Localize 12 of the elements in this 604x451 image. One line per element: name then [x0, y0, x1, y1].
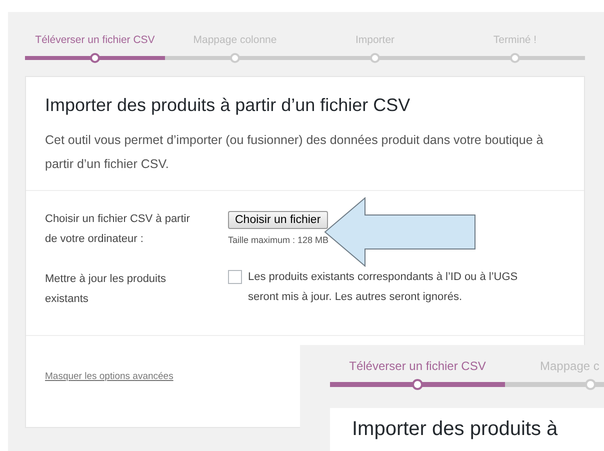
step-label: Téléverser un fichier CSV — [349, 359, 486, 375]
update-checkbox[interactable] — [228, 270, 242, 284]
field-label: Choisir un fichier CSV à partir de votre ordinateur : — [45, 212, 191, 247]
max-size-hint: Taille maximum : 128 MB — [228, 235, 329, 245]
inset-card-title: Importer des produits à — [352, 418, 558, 440]
card-description: Cet outil vous permet d’importer (ou fusionner) des données produit dans votre boutique à partir d’un fichier CSV. — [45, 132, 544, 173]
checkbox-description: Les produits existants correspondants à l’ID ou à l’UGS seront mis à jour. Les autres seront ignorés. — [248, 270, 519, 305]
step-label: Téléverser un fichier CSV — [35, 34, 155, 48]
card-title: Importer des produits à partir d’un fichier CSV — [45, 95, 412, 116]
hide-advanced-options-link[interactable]: Masquer les options avancées — [45, 371, 174, 382]
field-label: Mettre à jour les produits existants — [45, 272, 168, 307]
choose-file-button[interactable]: Choisir un fichier — [228, 211, 328, 229]
